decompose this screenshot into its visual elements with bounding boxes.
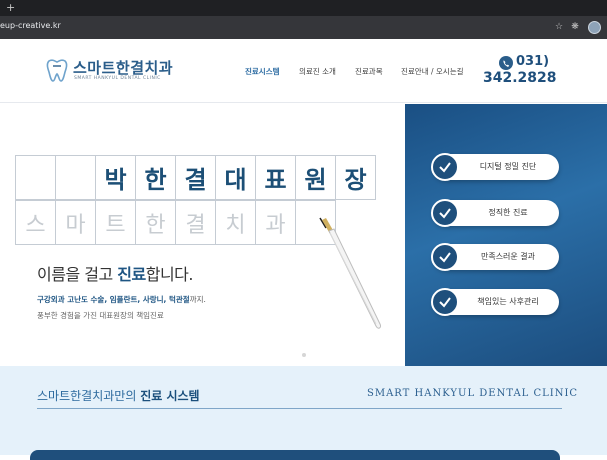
slide-indicator-dot[interactable] [302,353,306,357]
address-bar: eup-creative.kr ☆ ❋ [0,16,607,39]
clinic-char: 마 [55,200,96,245]
clinic-char: 과 [255,200,296,245]
phone-icon [499,56,513,70]
title-char: 한 [135,155,176,200]
check-icon [431,243,459,271]
check-icon [431,153,459,181]
feature-label: 디지털 정밀 진단 [479,162,537,171]
fountain-pen-image [319,217,381,329]
browser-tabstrip: + [0,0,607,16]
title-char: 장 [335,155,376,200]
feature-label: 책임있는 사후관리 [477,297,539,306]
nav-directions[interactable]: 진료안내 / 오시는길 [401,66,464,77]
clinic-char: 결 [175,200,216,245]
clinic-char: 트 [95,200,136,245]
check-icon [431,199,459,227]
phone-number[interactable]: 342.2828 [483,70,557,86]
title-char: 원 [295,155,336,200]
hero-subtitle-experience: 풍부한 경험을 가진 대표원장의 책임진료 [37,311,164,320]
extension-icon[interactable]: ❋ [569,21,581,33]
feature-pill[interactable]: 만족스러운 결과 [431,243,559,271]
nav-treatment-subjects[interactable]: 진료과목 [355,66,383,77]
title-char: 표 [255,155,296,200]
clinic-char: 치 [215,200,256,245]
name-grid-row: 박 한 결 대 표 원 장 [15,155,376,200]
check-icon [431,288,459,316]
hero-headline: 이름을 걸고 진료합니다. [37,265,193,284]
url-text[interactable]: eup-creative.kr [0,21,61,30]
feature-label: 정직한 진료 [488,208,528,217]
hero-subtitle-specialties: 구강외과 고난도 수술, 임플란트, 사랑니, 턱관절까지. [37,295,206,304]
clinic-grid-row: 스 마 트 한 결 치 과 [15,200,336,245]
title-char: 결 [175,155,216,200]
section-card-top [30,450,560,460]
clinic-char: 스 [15,200,56,245]
grid-cell [55,155,96,200]
site-header: 스마트한결치과 SMART HANKYUL DENTAL CLINIC 진료시스… [0,39,607,103]
title-char: 박 [95,155,136,200]
phone-area-code[interactable]: 031) [516,54,549,69]
feature-label: 만족스러운 결과 [480,252,536,261]
tooth-logo-icon[interactable] [44,57,70,83]
section-divider [37,408,562,409]
title-char: 대 [215,155,256,200]
nav-medical-staff[interactable]: 의료진 소개 [299,66,336,77]
feature-pill[interactable]: 책임있는 사후관리 [431,288,559,316]
feature-pill[interactable]: 정직한 진료 [431,199,559,227]
nav-treatment-system[interactable]: 진료시스템 [245,66,280,77]
treatment-system-section: 스마트한결치과만의 진료 시스템 SMART HANKYUL DENTAL CL… [0,366,607,460]
clinic-char: 한 [135,200,176,245]
grid-cell [15,155,56,200]
star-icon[interactable]: ☆ [553,21,565,33]
section-title: 스마트한결치과만의 진료 시스템 [37,389,200,403]
new-tab-button[interactable]: + [6,1,15,15]
logo-title[interactable]: 스마트한결치과 [73,57,173,78]
feature-pill[interactable]: 디지털 정밀 진단 [431,153,559,181]
profile-avatar[interactable] [588,21,601,34]
feature-panel: 디지털 정밀 진단 정직한 진료 만족스러운 결과 책임있는 사후관리 [405,104,607,366]
logo-subtitle: SMART HANKYUL DENTAL CLINIC [74,76,161,81]
section-english-title: SMART HANKYUL DENTAL CLINIC [367,388,579,399]
